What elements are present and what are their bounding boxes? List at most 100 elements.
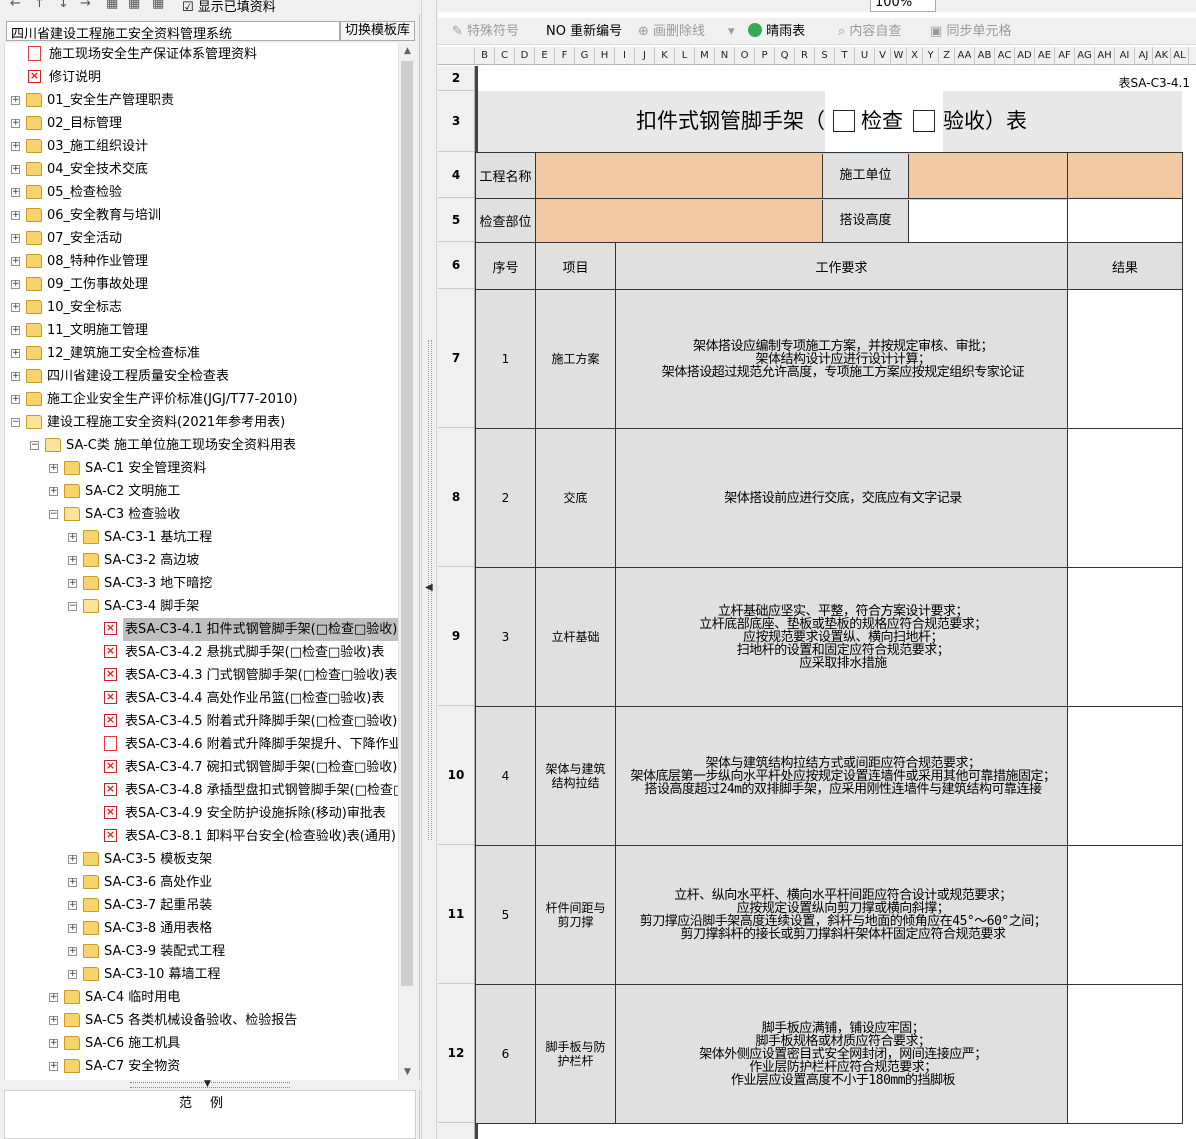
inspection-part-field[interactable] bbox=[537, 200, 823, 242]
tree-folder-item[interactable]: +09_工伤事故处理 bbox=[5, 273, 398, 296]
column-header[interactable]: AB bbox=[975, 47, 995, 65]
expand-icon[interactable]: + bbox=[49, 993, 58, 1002]
check-checkbox[interactable] bbox=[833, 110, 855, 132]
expand-icon[interactable]: + bbox=[68, 947, 77, 956]
column-header[interactable]: AH bbox=[1095, 47, 1115, 65]
tree-table-item[interactable]: × 表SA-C3-4.1 扣件式钢管脚手架(□检查□验收)表 bbox=[5, 618, 398, 641]
column-header[interactable]: AF bbox=[1055, 47, 1075, 65]
erection-height-input-end[interactable] bbox=[1067, 198, 1183, 243]
column-header[interactable]: X bbox=[907, 47, 923, 65]
tree-folder-item[interactable]: + SA-C3-7 起重吊装 bbox=[5, 894, 398, 917]
tree-table-item[interactable]: × 表SA-C3-4.4 高处作业吊篮(□检查□验收)表 bbox=[5, 687, 398, 710]
add-table-icon[interactable]: ▦ bbox=[106, 0, 118, 14]
column-header[interactable]: Q bbox=[775, 47, 795, 65]
row-header[interactable]: 10 bbox=[438, 706, 474, 845]
tree-folder-item[interactable]: +05_检查检验 bbox=[5, 181, 398, 204]
row-header[interactable]: 11 bbox=[438, 845, 474, 984]
tree-folder-item[interactable]: + SA-C4 临时用电 bbox=[5, 986, 398, 1009]
table-copy-icon[interactable]: ▦ bbox=[152, 0, 164, 14]
column-header[interactable]: F bbox=[555, 47, 575, 65]
column-header[interactable]: S bbox=[815, 47, 835, 65]
tree-folder-item[interactable]: + SA-C3-6 高处作业 bbox=[5, 871, 398, 894]
column-header[interactable]: AA bbox=[955, 47, 975, 65]
expand-icon[interactable]: + bbox=[11, 188, 20, 197]
tree-scrollbar[interactable]: ▲ ▼ bbox=[398, 43, 415, 1080]
expand-icon[interactable]: + bbox=[68, 579, 77, 588]
row-header[interactable]: 8 bbox=[438, 428, 474, 567]
forward-arrow-icon[interactable]: → bbox=[80, 0, 91, 14]
tree-folder-item[interactable]: + SA-C5 各类机械设备验收、检验报告 bbox=[5, 1009, 398, 1032]
expand-icon[interactable]: + bbox=[11, 280, 20, 289]
expand-icon[interactable]: + bbox=[11, 257, 20, 266]
tree-folder-item[interactable]: + 施工企业安全生产评价标准(JGJ/T77-2010) bbox=[5, 388, 398, 411]
expand-icon[interactable]: + bbox=[49, 1039, 58, 1048]
tree-folder-item[interactable]: +11_文明施工管理 bbox=[5, 319, 398, 342]
tree-folder-item[interactable]: + 四川省建设工程质量安全检查表 bbox=[5, 365, 398, 388]
tree-folder-item[interactable]: +03_施工组织设计 bbox=[5, 135, 398, 158]
column-header[interactable]: D bbox=[515, 47, 535, 65]
tree-table-item[interactable]: 施工现场安全生产保证体系管理资料 bbox=[5, 43, 398, 66]
delete-line-dropdown[interactable]: ▾ bbox=[728, 22, 735, 42]
delete-line-button[interactable]: ⊕ 画删除线 bbox=[638, 22, 705, 42]
expand-icon[interactable]: + bbox=[11, 349, 20, 358]
expand-icon[interactable]: + bbox=[11, 326, 20, 335]
tree-folder-item[interactable]: + SA-C3-3 地下暗挖 bbox=[5, 572, 398, 595]
expand-icon[interactable]: + bbox=[49, 487, 58, 496]
column-header[interactable]: N bbox=[715, 47, 735, 65]
expand-icon[interactable]: + bbox=[11, 142, 20, 151]
column-header[interactable]: L bbox=[675, 47, 695, 65]
expand-icon[interactable]: + bbox=[68, 878, 77, 887]
accept-checkbox[interactable] bbox=[913, 110, 935, 132]
chevron-down-icon[interactable]: ▼ bbox=[204, 1079, 211, 1089]
show-filled-checkbox[interactable]: ☑ 显示已填资料 bbox=[182, 0, 276, 14]
item-result-input[interactable] bbox=[1067, 845, 1183, 985]
column-header[interactable]: R bbox=[795, 47, 815, 65]
sync-cells-button[interactable]: ▣ 同步单元格 bbox=[930, 22, 1011, 42]
column-header[interactable]: C bbox=[495, 47, 515, 65]
tree-folder-item[interactable]: + SA-C3-5 模板支架 bbox=[5, 848, 398, 871]
column-header[interactable]: B bbox=[475, 47, 495, 65]
inspection-part-input[interactable]: 搭设高度 bbox=[535, 198, 1068, 243]
item-result-input[interactable] bbox=[1067, 567, 1183, 707]
item-result-input[interactable] bbox=[1067, 706, 1183, 846]
horizontal-splitter[interactable]: ▼ bbox=[0, 1079, 420, 1090]
weather-button[interactable]: 晴雨表 bbox=[748, 22, 805, 42]
scroll-thumb[interactable] bbox=[401, 61, 413, 986]
column-header[interactable]: W bbox=[891, 47, 907, 65]
expand-icon[interactable]: + bbox=[11, 119, 20, 128]
up-arrow-icon[interactable]: ↑ bbox=[34, 0, 45, 14]
construction-unit-input-end[interactable] bbox=[1067, 152, 1183, 199]
tree-folder-item[interactable]: + SA-C3-9 装配式工程 bbox=[5, 940, 398, 963]
tree-folder-item[interactable]: +04_安全技术交底 bbox=[5, 158, 398, 181]
project-name-field[interactable] bbox=[537, 154, 823, 198]
tree-table-item[interactable]: × 表SA-C3-4.2 悬挑式脚手架(□检查□验收)表 bbox=[5, 641, 398, 664]
column-header[interactable]: P bbox=[755, 47, 775, 65]
column-header[interactable]: T bbox=[835, 47, 855, 65]
column-header[interactable]: G bbox=[575, 47, 595, 65]
tree-folder-item[interactable]: + SA-C3-2 高边坡 bbox=[5, 549, 398, 572]
column-header[interactable]: O bbox=[735, 47, 755, 65]
collapse-icon[interactable]: − bbox=[11, 418, 20, 427]
column-header[interactable]: I bbox=[615, 47, 635, 65]
expand-icon[interactable]: + bbox=[11, 395, 20, 404]
row-header[interactable]: 4 bbox=[438, 152, 474, 198]
row-header[interactable]: 12 bbox=[438, 984, 474, 1123]
tree-folder-item[interactable]: +10_安全标志 bbox=[5, 296, 398, 319]
expand-icon[interactable]: + bbox=[49, 464, 58, 473]
column-header[interactable]: H bbox=[595, 47, 615, 65]
collapse-icon[interactable]: − bbox=[68, 602, 77, 611]
row-header[interactable]: 5 bbox=[438, 198, 474, 242]
tree-folder-item[interactable]: + SA-C3-8 通用表格 bbox=[5, 917, 398, 940]
row-header[interactable]: 9 bbox=[438, 567, 474, 706]
item-result-input[interactable] bbox=[1067, 428, 1183, 568]
tree-folder-item[interactable]: +12_建筑施工安全检查标准 bbox=[5, 342, 398, 365]
tree-table-item[interactable]: × 表SA-C3-4.9 安全防护设施拆除(移动)审批表 bbox=[5, 802, 398, 825]
expand-icon[interactable]: + bbox=[11, 303, 20, 312]
down-arrow-icon[interactable]: ↓ bbox=[58, 0, 69, 14]
project-name-input[interactable]: 施工单位 bbox=[535, 152, 1068, 199]
column-header[interactable]: AK bbox=[1153, 47, 1171, 65]
column-header[interactable]: J bbox=[635, 47, 655, 65]
back-arrow-icon[interactable]: ← bbox=[10, 0, 21, 14]
scroll-down-icon[interactable]: ▼ bbox=[399, 1064, 416, 1080]
expand-icon[interactable]: + bbox=[68, 855, 77, 864]
